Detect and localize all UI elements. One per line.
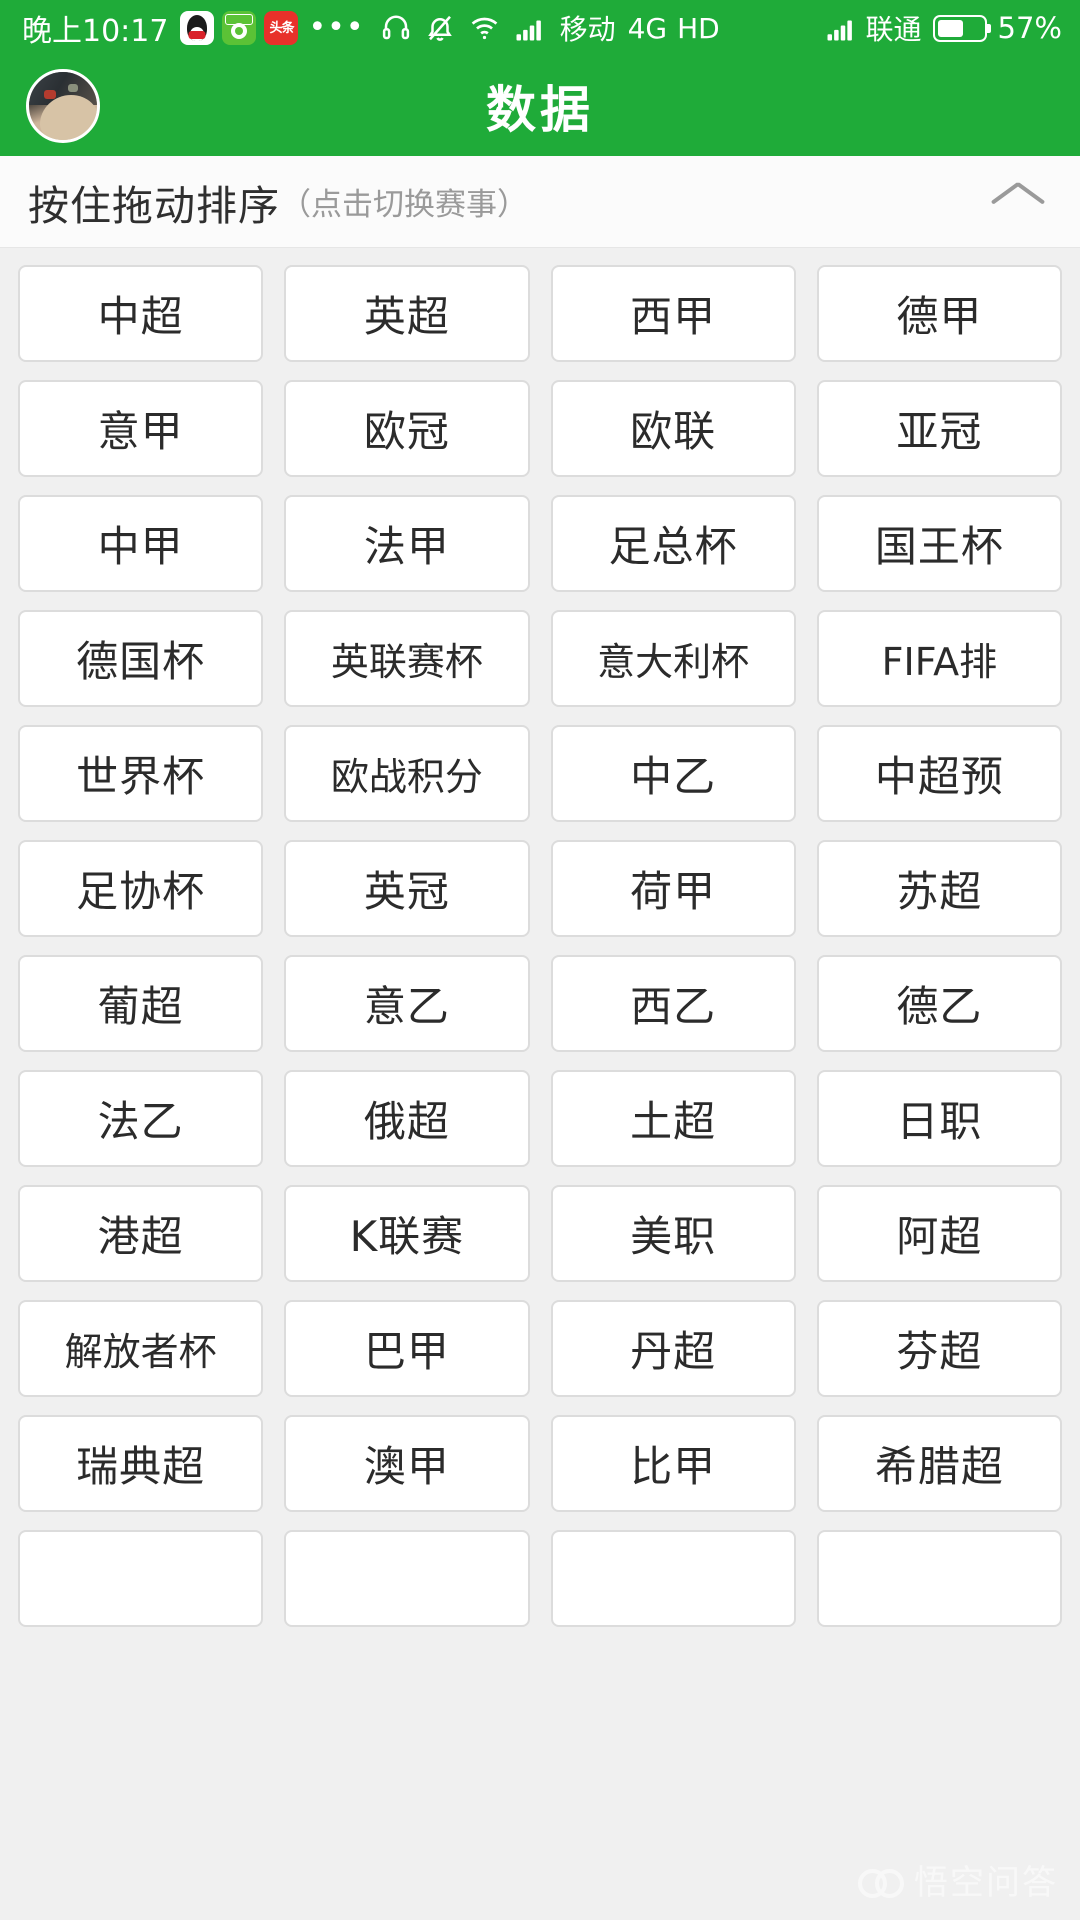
league-tile[interactable]: FIFA排 xyxy=(816,610,1062,707)
football-app-icon xyxy=(222,11,257,45)
league-tile[interactable]: 比甲 xyxy=(550,1415,796,1512)
league-tile[interactable]: 法甲 xyxy=(284,495,530,592)
league-tile[interactable]: 意乙 xyxy=(284,955,530,1052)
sort-hint-label: 按住拖动排序 xyxy=(28,181,280,230)
league-tile[interactable]: 欧冠 xyxy=(284,380,530,477)
league-tile[interactable]: 法乙 xyxy=(18,1070,264,1167)
league-tile[interactable]: K联赛 xyxy=(284,1185,530,1282)
bell-muted-icon xyxy=(425,13,455,43)
sort-section-header[interactable]: 按住拖动排序 （点击切换赛事） xyxy=(0,156,1080,248)
league-tile[interactable]: 土超 xyxy=(550,1070,796,1167)
league-tile[interactable]: 芬超 xyxy=(816,1300,1062,1397)
league-tile[interactable]: 意甲 xyxy=(18,380,264,477)
status-system-icons xyxy=(381,13,544,43)
overflow-dots-icon: ••• xyxy=(308,10,365,45)
league-grid: 中超 英超 西甲 德甲意甲 欧冠 欧联 亚冠中甲 法甲 足总杯 国王杯德国杯 英联赛杯 意大利杯 FIF… xyxy=(18,265,1062,1627)
league-tile[interactable]: 美职 xyxy=(550,1185,796,1282)
league-tile[interactable]: 德国杯 xyxy=(18,610,264,707)
league-tile[interactable]: 苏超 xyxy=(816,840,1062,937)
toutiao-icon: 头条 xyxy=(264,11,299,45)
status-bar: 晚上10:17 头条 ••• 移动 4G HD 联通 57% xyxy=(0,0,1080,56)
league-tile[interactable]: 德甲 xyxy=(816,265,1062,362)
league-tile[interactable]: 解放者杯 xyxy=(18,1300,264,1397)
league-tile[interactable]: 巴甲 xyxy=(284,1300,530,1397)
league-tile[interactable]: 港超 xyxy=(18,1185,264,1282)
status-clock: 晚上10:17 xyxy=(22,14,169,49)
user-avatar[interactable] xyxy=(26,69,100,143)
league-tile[interactable]: 希腊超 xyxy=(816,1415,1062,1512)
league-tile[interactable]: 亚冠 xyxy=(816,380,1062,477)
page-title: 数据 xyxy=(486,81,594,139)
league-tile[interactable]: 荷甲 xyxy=(550,840,796,937)
league-tile[interactable]: 国王杯 xyxy=(816,495,1062,592)
league-tile[interactable]: 日职 xyxy=(816,1070,1062,1167)
league-tile[interactable]: 中超预 xyxy=(816,725,1062,822)
league-tile[interactable]: 足协杯 xyxy=(18,840,264,937)
league-tile[interactable]: 葡超 xyxy=(18,955,264,1052)
wifi-icon xyxy=(469,13,500,43)
league-tile[interactable]: 阿超 xyxy=(816,1185,1062,1282)
battery-icon xyxy=(932,14,991,42)
league-tile[interactable] xyxy=(284,1530,530,1627)
status-bar-right: 联通 57% xyxy=(825,8,1062,48)
league-tile[interactable]: 欧战积分 xyxy=(284,725,530,822)
league-tile[interactable]: 中超 xyxy=(18,265,264,362)
app-root: 晚上10:17 头条 ••• 移动 4G HD 联通 57% 数据 按住拖动排序… xyxy=(0,0,1080,1920)
league-tile[interactable]: 英联赛杯 xyxy=(284,610,530,707)
league-tile[interactable]: 西乙 xyxy=(550,955,796,1052)
chevron-up-icon[interactable] xyxy=(992,187,1044,217)
league-tile[interactable]: 丹超 xyxy=(550,1300,796,1397)
signal-bars-icon xyxy=(514,13,544,43)
league-tile[interactable]: 英超 xyxy=(284,265,530,362)
qq-icon xyxy=(180,11,215,45)
league-grid-container: 中超 英超 西甲 德甲意甲 欧冠 欧联 亚冠中甲 法甲 足总杯 国王杯德国杯 英联赛杯 意大利杯 FIF… xyxy=(0,248,1080,1919)
league-tile[interactable]: 西甲 xyxy=(550,265,796,362)
app-header: 数据 xyxy=(0,56,1080,156)
signal-bars-secondary-icon xyxy=(825,13,855,43)
league-tile[interactable]: 足总杯 xyxy=(550,495,796,592)
league-tile[interactable]: 中乙 xyxy=(550,725,796,822)
league-tile[interactable]: 世界杯 xyxy=(18,725,264,822)
sort-hint-sublabel: （点击切换赛事） xyxy=(280,187,528,223)
league-tile[interactable] xyxy=(816,1530,1062,1627)
league-tile[interactable]: 俄超 xyxy=(284,1070,530,1167)
hd-label: HD xyxy=(677,11,720,45)
league-tile[interactable]: 中甲 xyxy=(18,495,264,592)
carrier-primary-label: 移动 xyxy=(559,13,616,46)
league-tile[interactable]: 意大利杯 xyxy=(550,610,796,707)
league-tile[interactable] xyxy=(18,1530,264,1627)
carrier-secondary-label: 联通 xyxy=(865,13,922,46)
league-tile[interactable]: 欧联 xyxy=(550,380,796,477)
league-tile[interactable] xyxy=(550,1530,796,1627)
status-app-icons: 头条 xyxy=(180,11,299,45)
battery-percent-label: 57% xyxy=(997,11,1062,45)
league-tile[interactable]: 瑞典超 xyxy=(18,1415,264,1512)
league-tile[interactable]: 澳甲 xyxy=(284,1415,530,1512)
league-tile[interactable]: 德乙 xyxy=(816,955,1062,1052)
network-type-label: 4G xyxy=(627,11,668,45)
headset-icon xyxy=(381,13,411,43)
league-tile[interactable]: 英冠 xyxy=(284,840,530,937)
